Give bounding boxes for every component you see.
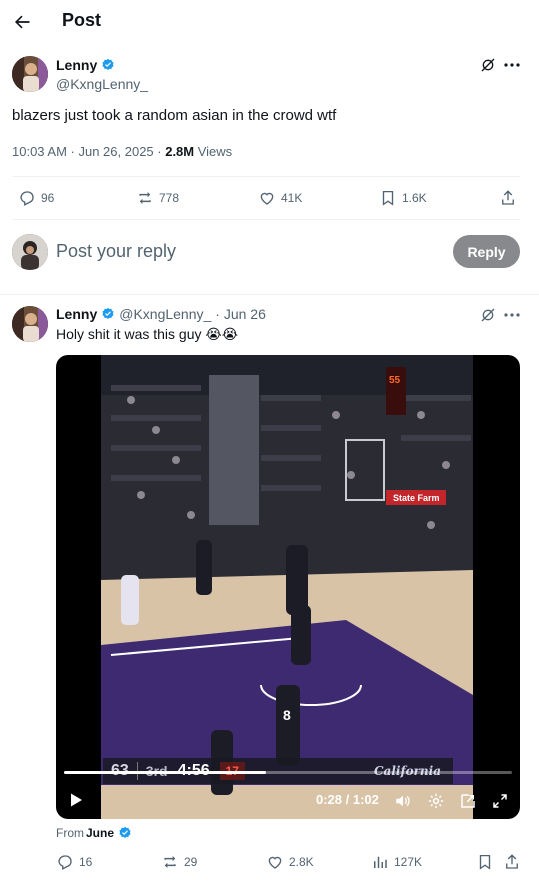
repost-action[interactable]: 29 <box>161 853 197 871</box>
post-meta: 10:03 AM · Jun 26, 2025 · 2.8M Views <box>12 144 232 159</box>
views-label: Views <box>194 144 233 159</box>
reply-author-handle[interactable]: @KxngLenny_ <box>119 306 211 322</box>
user-avatar[interactable] <box>12 234 48 270</box>
settings-button[interactable] <box>427 792 445 810</box>
verified-badge-icon <box>118 826 132 840</box>
repost-action[interactable]: 778 <box>136 189 179 207</box>
reply-input[interactable]: Post your reply <box>56 241 176 262</box>
gear-icon <box>428 793 444 809</box>
picture-in-picture-button[interactable] <box>459 792 477 810</box>
video-time: 0:28 / 1:02 <box>316 792 379 807</box>
reply-icon <box>58 855 72 870</box>
views-action[interactable]: 127K <box>371 853 422 871</box>
reply-text: Holy shit it was this guy 😭😭 <box>56 326 239 342</box>
play-button[interactable] <box>68 792 84 808</box>
like-action[interactable]: 41K <box>258 189 302 207</box>
divider <box>0 294 539 295</box>
video-progress-bar[interactable] <box>64 771 512 774</box>
verified-badge-icon <box>101 307 115 321</box>
divider <box>12 176 520 177</box>
more-options-icon[interactable] <box>503 58 521 72</box>
from-label: From <box>56 826 84 840</box>
avatar[interactable] <box>12 56 48 92</box>
svg-text:55: 55 <box>389 375 401 386</box>
heart-icon <box>268 856 282 869</box>
reply-author-avatar[interactable] <box>12 306 48 342</box>
reply-author-name[interactable]: Lenny <box>56 306 97 322</box>
repost-count: 29 <box>184 855 198 869</box>
repost-icon <box>139 192 151 204</box>
fullscreen-button[interactable] <box>491 792 509 810</box>
verified-badge-icon <box>101 58 115 72</box>
video-frame: 55 State Farm 8 <box>101 355 473 819</box>
share-icon <box>506 854 518 869</box>
author-handle[interactable]: @KxngLenny_ <box>56 76 148 92</box>
post-time[interactable]: 10:03 AM · Jun 26, 2025 · <box>12 144 165 159</box>
author-name[interactable]: Lenny <box>56 57 97 73</box>
reply-count: 16 <box>79 855 93 869</box>
like-count: 2.8K <box>289 855 314 869</box>
grok-icon[interactable] <box>480 57 496 73</box>
like-count: 41K <box>281 191 303 205</box>
reply-date[interactable]: · Jun 26 <box>215 306 266 322</box>
page-title: Post <box>62 10 102 30</box>
svg-text:8: 8 <box>283 707 291 723</box>
views-count: 127K <box>394 855 423 869</box>
reply-action[interactable]: 96 <box>18 189 54 207</box>
video-source: From June <box>56 826 132 840</box>
reply-count: 96 <box>41 191 55 205</box>
video-player[interactable]: 55 State Farm 8 63 3rd 4:56 17 Californi… <box>56 355 520 819</box>
heart-icon <box>260 192 274 205</box>
share-action[interactable] <box>503 853 521 871</box>
reply-icon <box>20 191 34 206</box>
reply-button[interactable]: Reply <box>453 235 520 268</box>
analytics-icon <box>374 856 387 868</box>
like-action[interactable]: 2.8K <box>266 853 314 871</box>
bookmark-icon <box>382 190 394 206</box>
bookmark-icon <box>479 854 491 870</box>
grok-icon[interactable] <box>480 307 496 323</box>
back-button[interactable] <box>8 8 36 36</box>
video-progress-fill <box>64 771 266 774</box>
play-icon <box>71 793 82 807</box>
bookmark-action[interactable]: 1.6K <box>379 189 427 207</box>
divider <box>12 219 520 220</box>
arrow-left-icon <box>15 15 30 29</box>
reply-action[interactable]: 16 <box>56 853 92 871</box>
share-icon <box>502 190 514 205</box>
volume-icon <box>396 795 410 807</box>
bookmark-count: 1.6K <box>402 191 427 205</box>
pip-icon <box>461 794 475 808</box>
repost-count: 778 <box>159 191 180 205</box>
views-count: 2.8M <box>165 144 195 159</box>
share-action[interactable] <box>499 189 517 207</box>
bookmark-action[interactable] <box>476 853 494 871</box>
more-options-icon[interactable] <box>503 308 521 322</box>
fullscreen-icon <box>493 794 507 808</box>
repost-icon <box>164 856 176 868</box>
svg-text:State Farm: State Farm <box>393 493 440 503</box>
post-text: blazers just took a random asian in the … <box>12 107 337 124</box>
volume-button[interactable] <box>394 792 412 810</box>
from-name[interactable]: June <box>86 826 114 840</box>
